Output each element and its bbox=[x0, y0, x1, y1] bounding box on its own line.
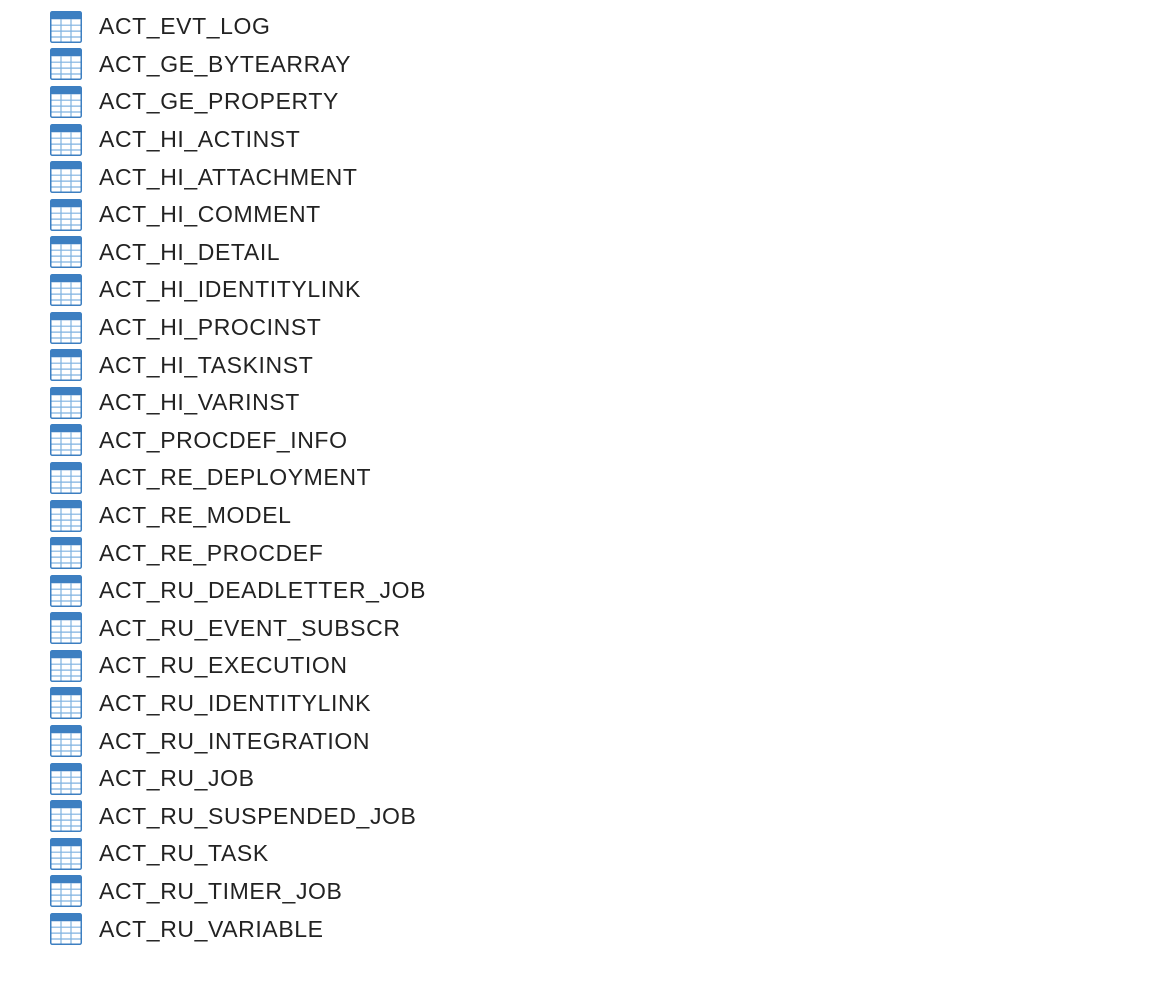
table-row[interactable]: ACT_RU_TASK bbox=[50, 835, 426, 873]
table-name: ACT_RU_EXECUTION bbox=[99, 652, 348, 679]
table-icon bbox=[50, 649, 82, 682]
table-row[interactable]: ACT_HI_ATTACHMENT bbox=[50, 158, 426, 196]
table-name: ACT_GE_PROPERTY bbox=[99, 88, 339, 115]
table-row[interactable]: ACT_HI_COMMENT bbox=[50, 196, 426, 234]
table-name: ACT_RU_DEADLETTER_JOB bbox=[99, 577, 427, 604]
table-icon bbox=[50, 123, 82, 156]
table-name: ACT_RU_TASK bbox=[99, 840, 269, 867]
table-name: ACT_RU_SUSPENDED_JOB bbox=[99, 802, 417, 829]
table-icon bbox=[50, 612, 82, 645]
table-icon bbox=[50, 48, 82, 81]
table-row[interactable]: ACT_PROCDEF_INFO bbox=[50, 422, 426, 460]
table-name: ACT_RU_JOB bbox=[99, 765, 255, 792]
table-row[interactable]: ACT_HI_ACTINST bbox=[50, 121, 426, 159]
table-icon bbox=[50, 424, 82, 457]
table-row[interactable]: ACT_GE_PROPERTY bbox=[50, 83, 426, 121]
table-name: ACT_HI_IDENTITYLINK bbox=[99, 276, 361, 303]
table-icon bbox=[50, 85, 82, 118]
table-icon bbox=[50, 10, 82, 43]
table-icon bbox=[50, 574, 82, 607]
table-row[interactable]: ACT_HI_VARINST bbox=[50, 384, 426, 422]
table-row[interactable]: ACT_RU_EXECUTION bbox=[50, 647, 426, 685]
table-name: ACT_HI_ATTACHMENT bbox=[99, 163, 358, 190]
table-icon bbox=[50, 386, 82, 419]
table-row[interactable]: ACT_HI_PROCINST bbox=[50, 309, 426, 347]
table-row[interactable]: ACT_RE_DEPLOYMENT bbox=[50, 459, 426, 497]
table-name: ACT_HI_VARINST bbox=[99, 389, 300, 416]
table-name: ACT_RU_INTEGRATION bbox=[99, 727, 371, 754]
table-icon bbox=[50, 725, 82, 758]
table-name: ACT_HI_DETAIL bbox=[99, 238, 281, 265]
table-row[interactable]: ACT_RU_DEADLETTER_JOB bbox=[50, 572, 426, 610]
table-name: ACT_EVT_LOG bbox=[99, 13, 271, 40]
table-icon bbox=[50, 461, 82, 494]
table-row[interactable]: ACT_HI_IDENTITYLINK bbox=[50, 271, 426, 309]
table-icon bbox=[50, 198, 82, 231]
table-icon bbox=[50, 349, 82, 382]
table-name: ACT_HI_COMMENT bbox=[99, 201, 321, 228]
table-row[interactable]: ACT_RE_MODEL bbox=[50, 497, 426, 535]
table-icon bbox=[50, 687, 82, 720]
table-name: ACT_RE_PROCDEF bbox=[99, 539, 324, 566]
table-icon bbox=[50, 875, 82, 908]
table-row[interactable]: ACT_RE_PROCDEF bbox=[50, 534, 426, 572]
table-name: ACT_RE_MODEL bbox=[99, 502, 292, 529]
table-icon bbox=[50, 311, 82, 344]
table-name: ACT_RU_TIMER_JOB bbox=[99, 877, 343, 904]
table-row[interactable]: ACT_RU_SUSPENDED_JOB bbox=[50, 797, 426, 835]
table-name: ACT_RU_EVENT_SUBSCR bbox=[99, 614, 401, 641]
table-icon bbox=[50, 537, 82, 570]
table-list: ACT_EVT_LOG ACT_GE_BYTEARRAY ACT_GE_PROP… bbox=[50, 8, 426, 948]
table-name: ACT_HI_ACTINST bbox=[99, 126, 301, 153]
table-row[interactable]: ACT_RU_IDENTITYLINK bbox=[50, 685, 426, 723]
table-row[interactable]: ACT_RU_TIMER_JOB bbox=[50, 873, 426, 911]
table-icon bbox=[50, 762, 82, 795]
table-name: ACT_RE_DEPLOYMENT bbox=[99, 464, 372, 491]
table-row[interactable]: ACT_EVT_LOG bbox=[50, 8, 426, 46]
table-icon bbox=[50, 913, 82, 946]
table-icon bbox=[50, 161, 82, 194]
table-icon bbox=[50, 499, 82, 532]
table-icon bbox=[50, 273, 82, 306]
table-name: ACT_GE_BYTEARRAY bbox=[99, 50, 352, 77]
table-icon bbox=[50, 236, 82, 269]
table-row[interactable]: ACT_RU_EVENT_SUBSCR bbox=[50, 610, 426, 648]
table-row[interactable]: ACT_RU_VARIABLE bbox=[50, 910, 426, 948]
table-icon bbox=[50, 800, 82, 833]
table-name: ACT_RU_VARIABLE bbox=[99, 915, 324, 942]
table-row[interactable]: ACT_HI_DETAIL bbox=[50, 234, 426, 272]
table-name: ACT_HI_TASKINST bbox=[99, 351, 314, 378]
table-row[interactable]: ACT_GE_BYTEARRAY bbox=[50, 46, 426, 84]
table-name: ACT_HI_PROCINST bbox=[99, 314, 322, 341]
table-row[interactable]: ACT_RU_JOB bbox=[50, 760, 426, 798]
table-icon bbox=[50, 837, 82, 870]
table-name: ACT_PROCDEF_INFO bbox=[99, 426, 348, 453]
table-row[interactable]: ACT_RU_INTEGRATION bbox=[50, 722, 426, 760]
table-name: ACT_RU_IDENTITYLINK bbox=[99, 689, 372, 716]
table-row[interactable]: ACT_HI_TASKINST bbox=[50, 346, 426, 384]
